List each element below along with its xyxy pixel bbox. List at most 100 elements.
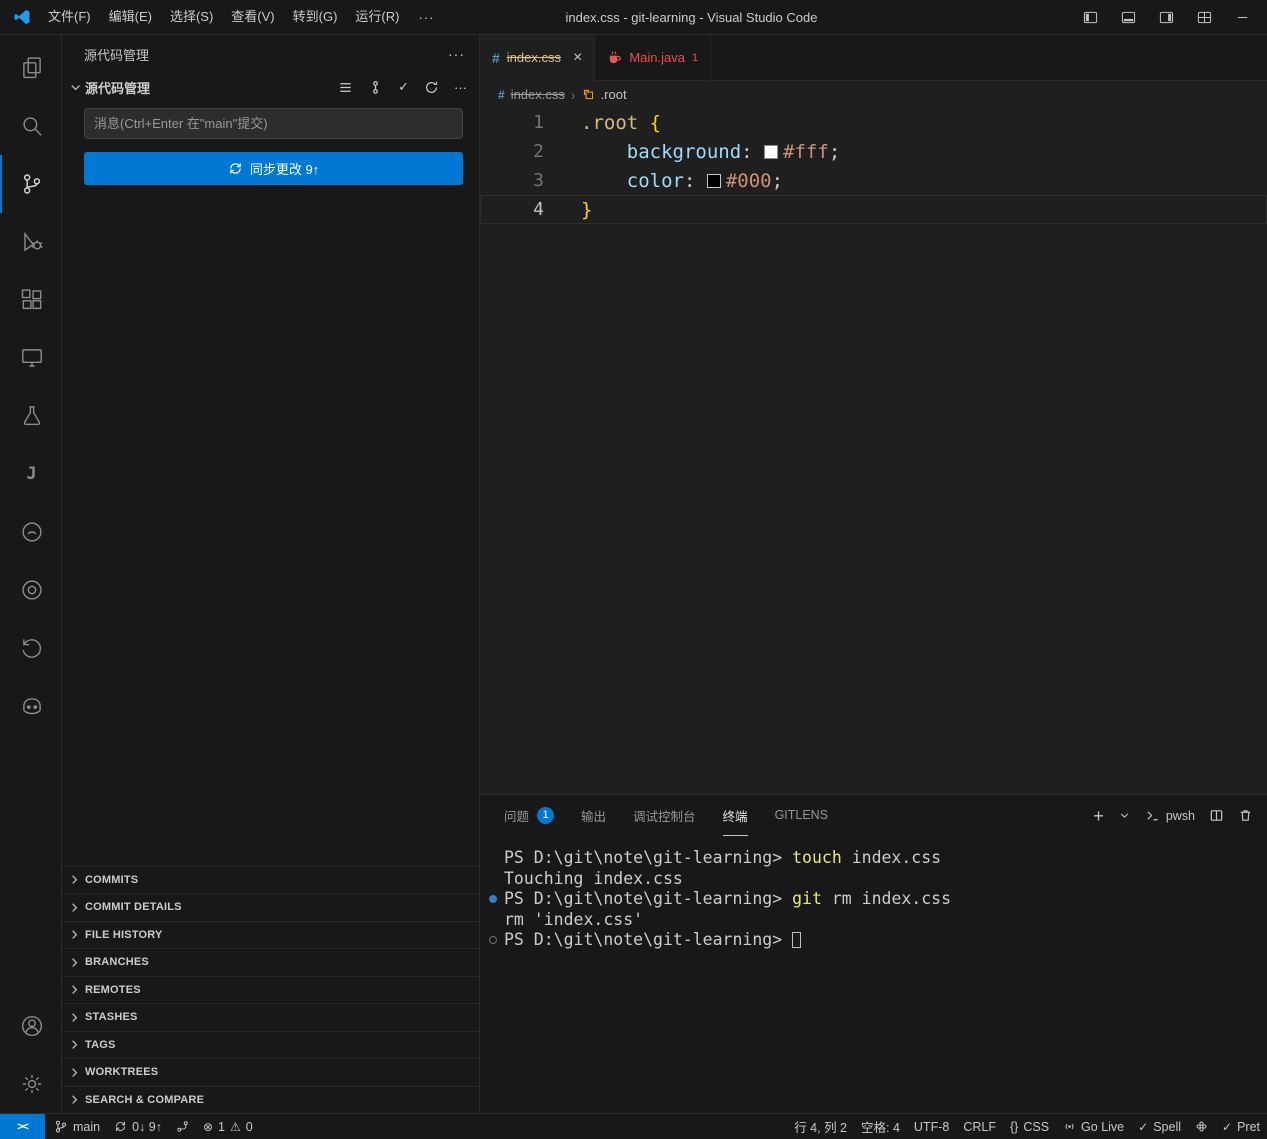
java-icon: J — [26, 464, 36, 484]
indentation[interactable]: 空格: 4 — [854, 1117, 907, 1136]
extension-status[interactable] — [1188, 1120, 1215, 1133]
color-swatch[interactable] — [764, 145, 778, 159]
code-line[interactable]: 1.root { — [480, 108, 1267, 137]
chevron-down-icon — [68, 80, 83, 95]
sidebar-item-source-control[interactable] — [0, 155, 61, 213]
commit-message-input[interactable] — [84, 108, 463, 139]
sidebar-item-extensions[interactable] — [0, 271, 61, 329]
encoding[interactable]: UTF-8 — [907, 1120, 956, 1134]
sidebar-section-remotes[interactable]: REMOTES — [62, 976, 479, 1004]
spell-label: Spell — [1153, 1120, 1181, 1134]
breadcrumb-symbol[interactable]: .root — [601, 87, 627, 102]
menu-more-icon[interactable]: ··· — [408, 10, 444, 25]
menu-goto[interactable]: 转到(G) — [284, 0, 347, 34]
terminal-viewport[interactable]: PS D:\git\note\git-learning> touch index… — [480, 836, 1267, 1113]
spell-checker[interactable]: ✓ Spell — [1131, 1120, 1188, 1134]
sidebar-item-copilot[interactable] — [0, 677, 61, 735]
scm-section-header[interactable]: 源代码管理 ✓ ··· — [62, 75, 479, 99]
copilot-icon — [19, 693, 45, 719]
activity-bar-spacer — [0, 735, 61, 997]
sidebar-item-search[interactable] — [0, 97, 61, 155]
panel-tab-problems[interactable]: 问题 1 — [504, 795, 554, 836]
record-icon — [19, 577, 45, 603]
sidebar-item-record[interactable] — [0, 561, 61, 619]
panel-tab-terminal[interactable]: 终端 — [723, 795, 748, 836]
sidebar-section-commit-details[interactable]: COMMIT DETAILS — [62, 893, 479, 921]
terminal-token: index.css — [842, 848, 941, 867]
toggle-secondary-sidebar-icon[interactable] — [1151, 0, 1181, 34]
sidebar-item-history[interactable] — [0, 619, 61, 677]
panel-tab-debug-console[interactable]: 调试控制台 — [633, 795, 696, 836]
remote-indicator[interactable]: >< — [0, 1114, 45, 1139]
panel-tab-gitlens[interactable]: GITLENS — [775, 795, 829, 836]
sync-changes-button[interactable]: 同步更改 9↑ — [84, 152, 463, 185]
customize-layout-icon[interactable] — [1189, 0, 1219, 34]
code-line[interactable]: 2 background: #fff; — [480, 137, 1267, 166]
breadcrumb-file[interactable]: index.css — [511, 87, 565, 102]
sidebar-section-branches[interactable]: BRANCHES — [62, 948, 479, 976]
cursor-position[interactable]: 行 4, 列 2 — [787, 1117, 854, 1136]
code-token — [581, 170, 627, 192]
bottom-panel: 问题 1 输出 调试控制台 终端 GITLENS + — [480, 794, 1267, 1113]
menu-edit[interactable]: 编辑(E) — [100, 0, 161, 34]
section-label: BRANCHES — [85, 956, 149, 968]
menu-selection[interactable]: 选择(S) — [161, 0, 222, 34]
menu-run[interactable]: 运行(R) — [346, 0, 408, 34]
problems-status[interactable]: ⊗ 1 ⚠ 0 — [196, 1120, 260, 1134]
refresh-icon[interactable] — [424, 80, 439, 95]
terminal-instance-pwsh[interactable]: pwsh — [1145, 808, 1195, 823]
command-decoration-success[interactable] — [489, 895, 497, 903]
tab-main-java[interactable]: Main.java 1 — [595, 35, 711, 81]
close-icon[interactable]: × — [573, 50, 582, 66]
sidebar-item-explorer[interactable] — [0, 39, 61, 97]
commit-graph-status[interactable] — [169, 1120, 196, 1133]
code-content: background: #fff; — [544, 141, 840, 163]
launch-profile-chevron-icon[interactable] — [1118, 809, 1131, 822]
sidebar-item-run-debug[interactable] — [0, 213, 61, 271]
braces-icon: {} — [1010, 1120, 1018, 1134]
menu-file[interactable]: 文件(F) — [39, 0, 100, 34]
code-line[interactable]: 3 color: #000; — [480, 166, 1267, 195]
command-decoration-pending[interactable] — [489, 936, 497, 944]
sidebar-section-stashes[interactable]: STASHES — [62, 1003, 479, 1031]
go-live-label: Go Live — [1081, 1120, 1124, 1134]
sidebar-item-remote-explorer[interactable] — [0, 329, 61, 387]
toggle-sidebar-icon[interactable] — [1075, 0, 1105, 34]
split-terminal-icon[interactable] — [1209, 808, 1224, 823]
commit-graph-icon[interactable] — [368, 80, 383, 95]
sidebar-more-actions-icon[interactable]: ··· — [448, 46, 465, 62]
branch-indicator[interactable]: main — [47, 1119, 107, 1134]
sidebar-section-worktrees[interactable]: WORKTREES — [62, 1058, 479, 1086]
sidebar-section-search-compare[interactable]: SEARCH & COMPARE — [62, 1086, 479, 1114]
code-line[interactable]: 4} — [480, 195, 1267, 224]
go-live[interactable]: Go Live — [1056, 1120, 1131, 1134]
tab-index-css[interactable]: # index.css × — [480, 35, 595, 81]
eol[interactable]: CRLF — [956, 1120, 1003, 1134]
warning-count: 0 — [246, 1120, 253, 1134]
more-actions-icon[interactable]: ··· — [454, 80, 467, 95]
new-terminal-icon[interactable]: + — [1093, 807, 1104, 825]
view-as-list-icon[interactable] — [338, 80, 353, 95]
panel-tab-output[interactable]: 输出 — [581, 795, 606, 836]
sync-icon — [114, 1120, 127, 1133]
kill-terminal-icon[interactable] — [1238, 808, 1253, 823]
sync-status[interactable]: 0↓ 9↑ — [107, 1120, 169, 1134]
commit-check-icon[interactable]: ✓ — [398, 79, 409, 95]
settings-button[interactable] — [0, 1055, 61, 1113]
minimize-icon[interactable] — [1227, 0, 1257, 34]
language-mode[interactable]: {} CSS — [1003, 1120, 1056, 1134]
prettier-status[interactable]: ✓ Pret — [1215, 1120, 1267, 1134]
sidebar-section-commits[interactable]: COMMITS — [62, 866, 479, 894]
sidebar-item-java[interactable]: J — [0, 445, 61, 503]
code-editor[interactable]: 1.root {2 background: #fff;3 color: #000… — [480, 108, 1267, 794]
sidebar-section-file-history[interactable]: FILE HISTORY — [62, 921, 479, 949]
accounts-button[interactable] — [0, 997, 61, 1055]
sidebar-item-gradle[interactable] — [0, 503, 61, 561]
menu-view[interactable]: 查看(V) — [222, 0, 283, 34]
sidebar-section-tags[interactable]: TAGS — [62, 1031, 479, 1059]
toggle-panel-icon[interactable] — [1113, 0, 1143, 34]
terminal-line: PS D:\git\note\git-learning> — [504, 930, 1267, 951]
color-swatch[interactable] — [707, 174, 721, 188]
terminal-token: Touching index.css — [504, 869, 683, 888]
sidebar-item-testing[interactable] — [0, 387, 61, 445]
